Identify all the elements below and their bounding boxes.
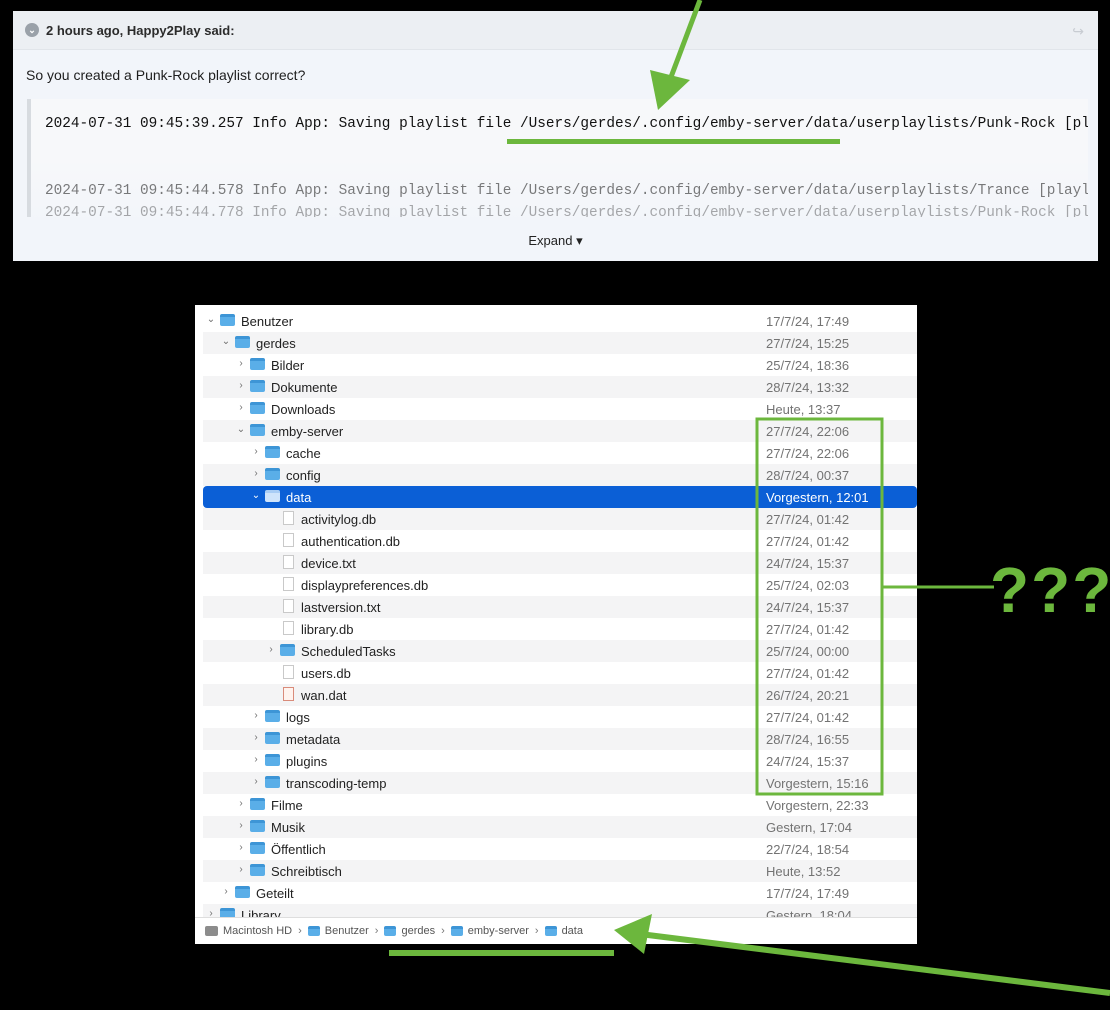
- underline-path: [389, 950, 614, 956]
- arrowhead-icon: [614, 914, 652, 954]
- underline-path: [507, 139, 840, 144]
- arrowhead-icon: [650, 70, 690, 110]
- date-highlight-box: [755, 417, 884, 796]
- arrow-line: [639, 931, 1110, 996]
- arrow-line: [665, 0, 703, 86]
- annotation-overlay: [389, 0, 1110, 996]
- question-marks: ???: [990, 554, 1110, 626]
